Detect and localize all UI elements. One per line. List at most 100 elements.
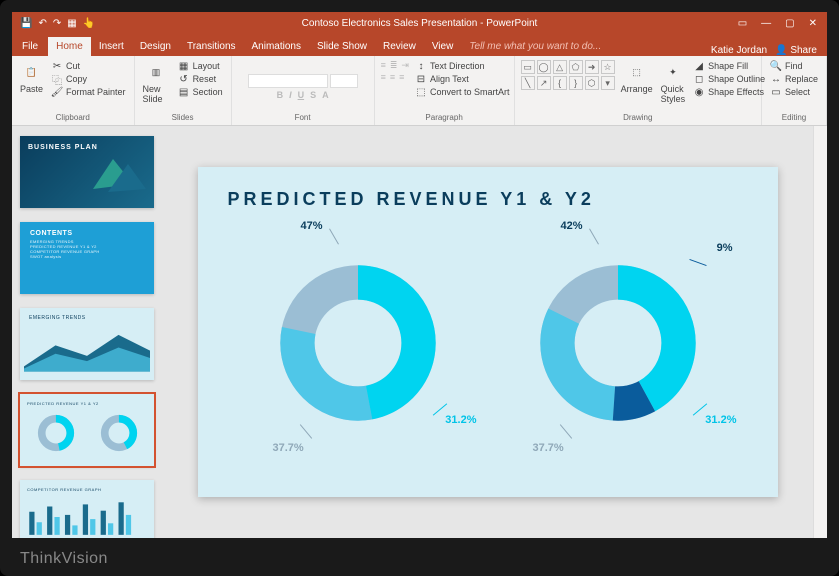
thumbnail-2[interactable]: CONTENTS EMERGING TRENDS PREDICTED REVEN… xyxy=(20,222,154,294)
close-icon[interactable]: ✕ xyxy=(809,18,817,29)
minimize-icon[interactable]: — xyxy=(761,18,771,29)
brush-icon: 🖌 xyxy=(51,86,63,98)
paste-icon: 📋 xyxy=(22,62,42,82)
user-name[interactable]: Katie Jordan xyxy=(711,45,767,56)
quick-styles-icon: ✦ xyxy=(663,62,683,82)
shape-effects-button[interactable]: ◉Shape Effects xyxy=(691,86,767,98)
underline-button[interactable]: U xyxy=(298,90,305,100)
shape-gallery[interactable]: ▭◯△⬠➜☆ ╲↗{}⬡▾ xyxy=(521,60,615,90)
thumbnail-4[interactable]: PREDICTED REVENUE Y1 & Y2 xyxy=(20,394,154,466)
bold-button[interactable]: B xyxy=(277,90,284,100)
tell-me-search[interactable]: Tell me what you want to do... xyxy=(461,37,609,56)
touch-mode-icon[interactable]: 👆 xyxy=(83,18,95,29)
new-slide-button[interactable]: ▥ New Slide xyxy=(141,60,172,106)
share-button[interactable]: 👤 Share xyxy=(775,45,817,56)
shape-fill-button[interactable]: ◢Shape Fill xyxy=(691,60,767,72)
thumbnail-5[interactable]: COMPETITOR REVENUE GRAPH xyxy=(20,480,154,538)
tab-file[interactable]: File xyxy=(12,37,48,56)
text-direction-button[interactable]: ↕Text Direction xyxy=(413,60,512,72)
replace-button[interactable]: ↔Replace xyxy=(768,73,820,85)
ribbon-options-icon[interactable]: ▭ xyxy=(738,18,747,29)
section-icon: ▤ xyxy=(178,86,190,98)
shape-outline-button[interactable]: ◻Shape Outline xyxy=(691,73,767,85)
chart-label: 9% xyxy=(717,242,733,254)
quick-styles-button[interactable]: ✦Quick Styles xyxy=(659,60,688,106)
align-left-button[interactable]: ≡ xyxy=(381,72,386,82)
group-clipboard: 📋 Paste ✂Cut ⿻Copy 🖌Format Painter Clipb… xyxy=(12,56,135,125)
donut-chart-icon xyxy=(278,263,438,423)
numbering-button[interactable]: ≣ xyxy=(390,60,398,71)
chart-label: 31.2% xyxy=(445,414,476,426)
document-title: Contoso Electronics Sales Presentation -… xyxy=(302,18,538,29)
align-text-icon: ⊟ xyxy=(415,73,427,85)
chart-y1[interactable]: 47% 31.2% 37.7% xyxy=(243,218,473,468)
find-button[interactable]: 🔍Find xyxy=(768,60,820,72)
thumbnail-1[interactable]: BUSINESS PLAN xyxy=(20,136,154,208)
current-slide[interactable]: PREDICTED REVENUE Y1 & Y2 47% 31.2% 37.7… xyxy=(198,167,778,497)
tab-transitions[interactable]: Transitions xyxy=(179,37,244,56)
maximize-icon[interactable]: ▢ xyxy=(785,18,794,29)
new-slide-icon: ▥ xyxy=(146,62,166,82)
cut-button[interactable]: ✂Cut xyxy=(49,60,128,72)
font-size-select[interactable] xyxy=(330,74,358,88)
ribbon: 📋 Paste ✂Cut ⿻Copy 🖌Format Painter Clipb… xyxy=(12,56,827,126)
align-right-button[interactable]: ≡ xyxy=(399,72,404,82)
cut-icon: ✂ xyxy=(51,60,63,72)
chart-y2[interactable]: 42% 9% 31.2% 37.7% xyxy=(503,218,733,468)
chart-label: 37.7% xyxy=(273,442,304,454)
tab-animations[interactable]: Animations xyxy=(244,37,309,56)
save-icon[interactable]: 💾 xyxy=(20,18,32,29)
group-font: B I U S A Font xyxy=(232,56,375,125)
arrange-button[interactable]: ⬚Arrange xyxy=(619,60,655,96)
align-text-button[interactable]: ⊟Align Text xyxy=(413,73,512,85)
font-color-button[interactable]: A xyxy=(322,90,329,100)
monitor-brand: ThinkVision xyxy=(20,550,108,568)
fill-icon: ◢ xyxy=(693,60,705,72)
tab-insert[interactable]: Insert xyxy=(91,37,132,56)
slide-title[interactable]: PREDICTED REVENUE Y1 & Y2 xyxy=(228,189,748,210)
tab-home[interactable]: Home xyxy=(48,37,91,56)
convert-smartart-button[interactable]: ⬚Convert to SmartArt xyxy=(413,86,512,98)
group-paragraph: ≡≣⇥ ≡≡≡ ↕Text Direction ⊟Align Text ⬚Con… xyxy=(375,56,515,125)
start-slideshow-icon[interactable]: ▦ xyxy=(67,18,76,29)
smartart-icon: ⬚ xyxy=(415,86,427,98)
redo-icon[interactable]: ↷ xyxy=(53,18,61,29)
thumbnail-3[interactable]: EMERGING TRENDS xyxy=(20,308,154,380)
strikethrough-button[interactable]: S xyxy=(310,90,316,100)
indent-button[interactable]: ⇥ xyxy=(401,60,409,71)
group-drawing: ▭◯△⬠➜☆ ╲↗{}⬡▾ ⬚Arrange ✦Quick Styles ◢Sh… xyxy=(515,56,762,125)
align-center-button[interactable]: ≡ xyxy=(390,72,395,82)
tab-view[interactable]: View xyxy=(424,37,462,56)
slide-thumbnails: BUSINESS PLAN CONTENTS EMERGING TRENDS P… xyxy=(12,126,162,538)
title-bar: 💾 ↶ ↷ ▦ 👆 Contoso Electronics Sales Pres… xyxy=(12,12,827,34)
chart-label: 31.2% xyxy=(705,414,736,426)
copy-icon: ⿻ xyxy=(51,73,63,85)
reset-button[interactable]: ↺Reset xyxy=(176,73,225,85)
paste-button[interactable]: 📋 Paste xyxy=(18,60,45,96)
select-button[interactable]: ▭Select xyxy=(768,86,820,98)
select-icon: ▭ xyxy=(770,86,782,98)
font-family-select[interactable] xyxy=(248,74,328,88)
tab-review[interactable]: Review xyxy=(375,37,424,56)
outline-icon: ◻ xyxy=(693,73,705,85)
section-button[interactable]: ▤Section xyxy=(176,86,225,98)
find-icon: 🔍 xyxy=(770,60,782,72)
slide-editor[interactable]: PREDICTED REVENUE Y1 & Y2 47% 31.2% 37.7… xyxy=(162,126,813,538)
italic-button[interactable]: I xyxy=(289,90,292,100)
layout-button[interactable]: ▦Layout xyxy=(176,60,225,72)
replace-icon: ↔ xyxy=(770,73,782,85)
chart-label: 47% xyxy=(301,220,323,232)
text-direction-icon: ↕ xyxy=(415,60,427,72)
undo-icon[interactable]: ↶ xyxy=(38,18,46,29)
format-painter-button[interactable]: 🖌Format Painter xyxy=(49,86,128,98)
arrange-icon: ⬚ xyxy=(627,62,647,82)
copy-button[interactable]: ⿻Copy xyxy=(49,73,128,85)
tab-slideshow[interactable]: Slide Show xyxy=(309,37,375,56)
group-slides: ▥ New Slide ▦Layout ↺Reset ▤Section Slid… xyxy=(135,56,232,125)
effects-icon: ◉ xyxy=(693,86,705,98)
tab-design[interactable]: Design xyxy=(132,37,179,56)
chart-label: 37.7% xyxy=(533,442,564,454)
vertical-scrollbar[interactable] xyxy=(813,126,827,538)
donut-chart-icon xyxy=(538,263,698,423)
bullets-button[interactable]: ≡ xyxy=(381,60,386,71)
